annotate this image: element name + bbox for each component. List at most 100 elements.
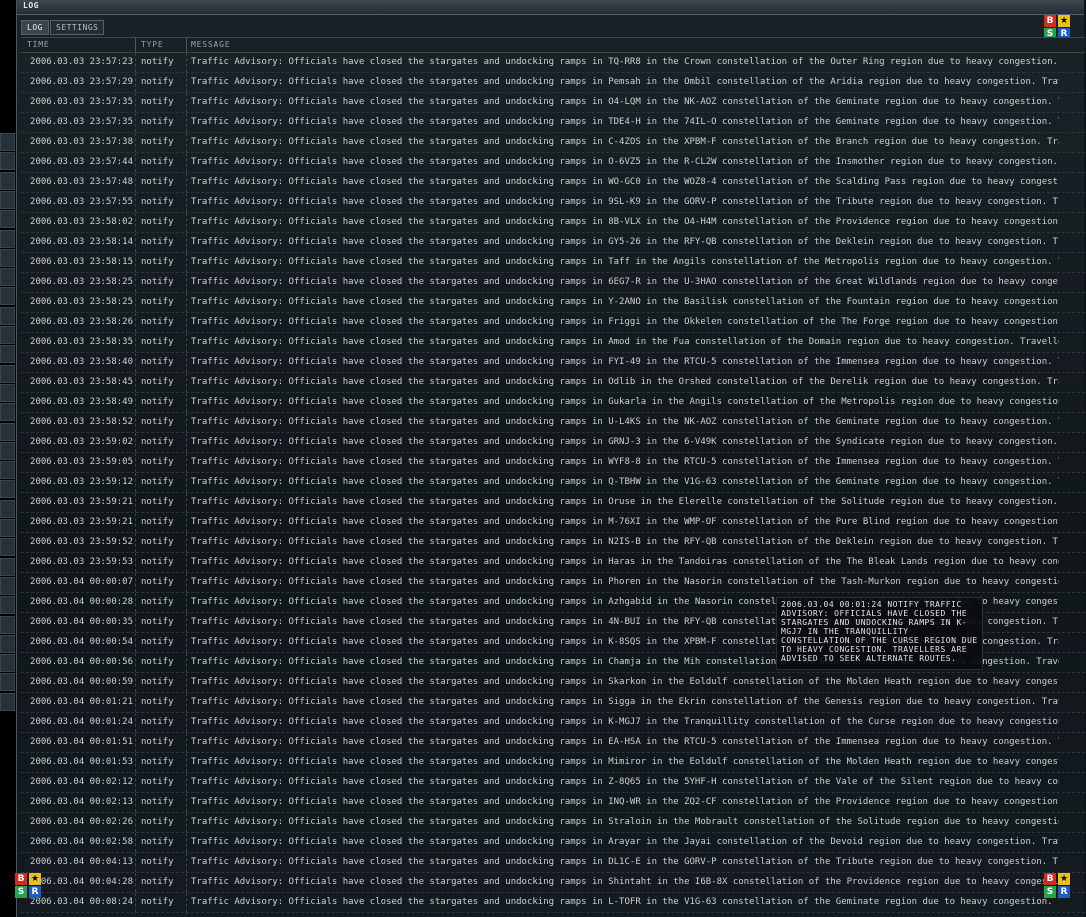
badge-b[interactable]: B [1044, 873, 1056, 885]
neocom-button-icon[interactable] [0, 615, 15, 634]
table-row[interactable]: 2006.03.03 23:58:14 notify Traffic Advisor… [21, 233, 1085, 253]
table-row[interactable]: 2006.03.04 00:02:12 notify Traffic Advisor… [21, 773, 1085, 793]
table-row[interactable]: 2006.03.04 00:01:53 notify Traffic Advisor… [21, 753, 1085, 773]
neocom-button-icon[interactable] [0, 210, 15, 229]
log-message: Traffic Advisory: Officials have closed … [191, 857, 1059, 867]
table-row[interactable]: 2006.03.04 00:01:51 notify Traffic Advisor… [21, 733, 1085, 753]
neocom-button-icon[interactable] [0, 519, 15, 537]
table-row[interactable]: 2006.03.03 23:58:15 notify Traffic Advisor… [21, 253, 1085, 273]
table-row[interactable]: 2006.03.03 23:57:35 notify Traffic Advisor… [21, 93, 1085, 113]
table-row[interactable]: 2006.03.04 00:00:07 notify Traffic Advisor… [21, 573, 1085, 593]
table-row[interactable]: 2006.03.03 23:57:38 notify Traffic Advisor… [21, 133, 1085, 153]
badge-s[interactable]: S [1044, 886, 1056, 898]
neocom-button-icon[interactable] [0, 383, 15, 402]
neocom-button-icon[interactable] [0, 499, 15, 518]
log-message: Traffic Advisory: Officials have closed … [191, 697, 1059, 707]
badge-b[interactable]: B [15, 873, 27, 885]
table-row[interactable]: 2006.03.03 23:57:29 notify Traffic Advisor… [21, 73, 1085, 93]
table-row[interactable]: 2006.03.04 00:00:59 notify Traffic Advisor… [21, 673, 1085, 693]
log-type: notify [141, 757, 174, 767]
log-time: 2006.03.03 23:59:52 [30, 537, 133, 547]
neocom-button-icon[interactable] [0, 480, 15, 499]
neocom-button-icon[interactable] [0, 673, 15, 692]
column-header-time[interactable]: TIME [27, 38, 49, 52]
column-separator [135, 913, 137, 914]
table-row[interactable]: 2006.03.04 00:04:13 notify Traffic Advisor… [21, 853, 1085, 873]
neocom-button-icon[interactable] [0, 229, 15, 248]
table-row[interactable]: 2006.03.03 23:57:23 notify Traffic Advisor… [21, 53, 1085, 73]
neocom-button-icon[interactable] [0, 461, 15, 480]
tab-settings[interactable]: SETTINGS [49, 20, 105, 35]
window-titlebar[interactable]: LOG [17, 0, 1084, 15]
table-row[interactable]: 2006.03.03 23:57:55 notify Traffic Advisor… [21, 193, 1085, 213]
neocom-button-icon[interactable] [0, 171, 15, 190]
column-separator [135, 173, 137, 192]
table-row[interactable]: 2006.03.03 23:58:35 notify Traffic Advisor… [21, 333, 1085, 353]
neocom-button-icon[interactable] [0, 326, 15, 344]
table-row[interactable]: 2006.03.03 23:59:21 notify Traffic Advisor… [21, 513, 1085, 533]
log-type: notify [141, 157, 174, 167]
neocom-button-icon[interactable] [0, 268, 15, 287]
neocom-button-icon[interactable] [0, 364, 15, 383]
log-time: 2006.03.04 00:00:56 [30, 657, 133, 667]
badge-b[interactable]: B [1044, 15, 1056, 27]
table-row[interactable]: 2006.03.03 23:58:25 notify Traffic Advisor… [21, 273, 1085, 293]
table-row[interactable]: 2006.03.03 23:57:44 notify Traffic Advisor… [21, 153, 1085, 173]
table-row[interactable]: 2006.03.03 23:59:53 notify Traffic Advisor… [21, 553, 1085, 573]
badge-r[interactable]: R [29, 886, 41, 898]
table-row[interactable]: 2006.03.03 23:58:25 notify Traffic Advisor… [21, 293, 1085, 313]
tab-log[interactable]: LOG [21, 20, 49, 35]
table-row[interactable]: 2006.03.04 00:04:28 notify Traffic Advisor… [21, 873, 1085, 893]
neocom-button-icon[interactable] [0, 248, 15, 267]
table-row[interactable]: 2006.03.04 00:09:32 notifyTraffic Advisor… [21, 913, 1085, 914]
table-row[interactable]: 2006.03.03 23:59:02 notify Traffic Advisor… [21, 433, 1085, 453]
neocom-button-icon[interactable] [0, 634, 15, 653]
neocom-button-icon[interactable] [0, 422, 15, 441]
neocom-button-icon[interactable] [0, 152, 15, 171]
neocom-button-icon[interactable] [0, 403, 15, 422]
log-type: notify [141, 797, 174, 807]
table-row[interactable]: 2006.03.03 23:59:21 notify Traffic Advisor… [21, 493, 1085, 513]
neocom-button-icon[interactable] [0, 190, 15, 209]
table-row[interactable]: 2006.03.04 00:01:24 notify Traffic Advisor… [21, 713, 1085, 733]
table-row[interactable]: 2006.03.04 00:02:58 notify Traffic Advisor… [21, 833, 1085, 853]
table-row[interactable]: 2006.03.03 23:57:48 notify Traffic Advisor… [21, 173, 1085, 193]
table-row[interactable]: 2006.03.03 23:59:12 notify Traffic Advisor… [21, 473, 1085, 493]
column-divider[interactable] [186, 38, 187, 52]
table-row[interactable]: 2006.03.04 00:08:24 notify Traffic Advisor… [21, 893, 1085, 913]
neocom-button-icon[interactable] [0, 576, 15, 595]
column-divider[interactable] [135, 38, 136, 52]
column-header-type[interactable]: TYPE [141, 38, 163, 52]
neocom-button-icon[interactable] [0, 441, 15, 460]
table-row[interactable]: 2006.03.03 23:58:26 notify Traffic Advisor… [21, 313, 1085, 333]
neocom-button-icon[interactable] [0, 557, 15, 576]
table-row[interactable]: 2006.03.03 23:58:45 notify Traffic Advisor… [21, 373, 1085, 393]
badge-star-icon[interactable]: ★ [1058, 873, 1070, 885]
badge-r[interactable]: R [1058, 886, 1070, 898]
table-row[interactable]: 2006.03.03 23:58:49 notify Traffic Advisor… [21, 393, 1085, 413]
table-row[interactable]: 2006.03.03 23:58:40 notify Traffic Advisor… [21, 353, 1085, 373]
table-row[interactable]: 2006.03.04 00:02:13 notify Traffic Advisor… [21, 793, 1085, 813]
table-row[interactable]: 2006.03.04 00:01:21 notify Traffic Advisor… [21, 693, 1085, 713]
neocom-button-icon[interactable] [0, 692, 15, 711]
neocom-button-icon[interactable] [0, 596, 15, 615]
column-header-message[interactable]: MESSAGE [191, 38, 230, 52]
badge-s[interactable]: S [15, 886, 27, 898]
neocom-button-icon[interactable] [0, 654, 15, 673]
table-row[interactable]: 2006.03.04 00:02:26 notify Traffic Advisor… [21, 813, 1085, 833]
table-row[interactable]: 2006.03.03 23:57:35 notify Traffic Advisor… [21, 113, 1085, 133]
table-row[interactable]: 2006.03.03 23:58:02 notify Traffic Advisor… [21, 213, 1085, 233]
log-type: notify [141, 117, 174, 127]
neocom-button-icon[interactable] [0, 538, 15, 557]
table-row[interactable]: 2006.03.03 23:59:52 notify Traffic Advisor… [21, 533, 1085, 553]
badge-star-icon[interactable]: ★ [29, 873, 41, 885]
log-message: Traffic Advisory: Officials have closed … [191, 197, 1059, 207]
table-row[interactable]: 2006.03.03 23:59:05 notify Traffic Advisor… [21, 453, 1085, 473]
neocom-button-icon[interactable] [0, 306, 15, 325]
neocom-button-icon[interactable] [0, 287, 15, 306]
badge-star-icon[interactable]: ★ [1058, 15, 1070, 27]
neocom-button-icon[interactable] [0, 133, 15, 151]
neocom-button-icon[interactable] [0, 345, 15, 364]
table-row[interactable]: 2006.03.03 23:58:52 notify Traffic Advisor… [21, 413, 1085, 433]
log-time: 2006.03.03 23:57:29 [30, 77, 133, 87]
